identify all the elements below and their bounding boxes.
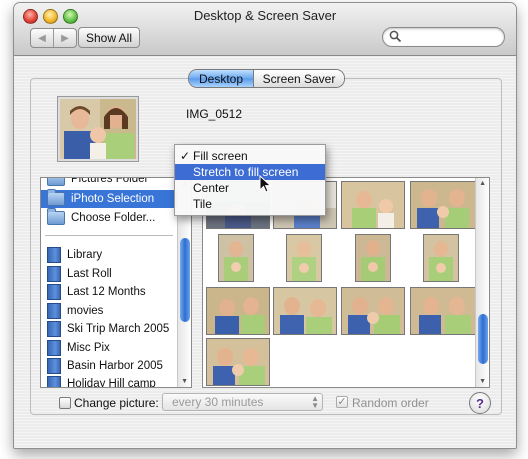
change-picture-checkbox[interactable] — [59, 397, 71, 409]
scrollbar-thumb[interactable] — [478, 314, 488, 364]
change-interval-popup[interactable]: every 30 minutes ▲ ▼ — [162, 393, 323, 411]
source-item-choose-folder[interactable]: Choose Folder... — [41, 208, 177, 227]
source-item-holiday-hill[interactable]: Holiday Hill camp — [41, 375, 177, 388]
window-title: Desktop & Screen Saver — [193, 8, 337, 23]
folder-icon — [47, 178, 65, 186]
grid-thumbnail[interactable] — [273, 287, 337, 335]
grid-thumbnail[interactable] — [355, 234, 391, 282]
interval-value: every 30 minutes — [172, 395, 264, 409]
scroll-down-arrow-icon[interactable]: ▼ — [479, 378, 486, 385]
album-icon — [47, 284, 61, 300]
scrollbar-thumb[interactable] — [180, 238, 190, 322]
source-list-divider — [45, 235, 173, 236]
menu-item-label: Tile — [193, 197, 212, 211]
menu-item-label: Stretch to fill screen — [193, 165, 299, 179]
menu-item-center[interactable]: Center — [175, 180, 325, 196]
folder-icon — [47, 208, 65, 225]
menu-item-label: Fill screen — [193, 149, 248, 163]
checkmark-icon: ✓ — [179, 149, 190, 163]
menu-item-tile[interactable]: Tile — [175, 196, 325, 212]
album-icon — [47, 247, 61, 263]
source-item-label: Library — [67, 249, 103, 261]
picture-fit-popup-menu[interactable]: ✓ Fill screen Stretch to fill screen Cen… — [174, 144, 326, 216]
show-all-button[interactable]: Show All — [78, 27, 140, 48]
album-icon — [47, 358, 61, 374]
tab-control: Desktop Screen Saver — [188, 69, 345, 88]
album-icon — [47, 376, 61, 387]
grid-thumbnail[interactable] — [341, 181, 405, 229]
change-picture-label: Change picture: — [74, 396, 159, 410]
preview-photo — [60, 99, 136, 159]
source-item-label: Basin Harbor 2005 — [67, 360, 163, 372]
search-input[interactable] — [405, 29, 499, 45]
scroll-up-arrow-icon[interactable]: ▲ — [479, 180, 486, 187]
mouse-cursor-icon — [259, 175, 272, 193]
picture-grid-scrollbar[interactable]: ▲ ▼ — [475, 178, 489, 387]
grid-thumbnail[interactable] — [341, 287, 405, 335]
grid-thumbnail[interactable] — [218, 234, 254, 282]
forward-button[interactable]: ▶ — [53, 29, 76, 47]
source-item-label: Misc Pix — [67, 342, 110, 354]
grid-thumbnail[interactable] — [286, 234, 322, 282]
search-field[interactable] — [382, 27, 505, 47]
search-icon — [389, 30, 402, 43]
menu-item-fill-screen[interactable]: ✓ Fill screen — [175, 148, 325, 164]
source-item-label: Holiday Hill camp — [67, 378, 156, 388]
menu-item-stretch-to-fill-screen[interactable]: Stretch to fill screen — [175, 164, 325, 180]
menu-item-label: Center — [193, 181, 230, 195]
grid-thumbnail[interactable] — [206, 287, 270, 335]
source-item-library[interactable]: Library — [41, 246, 177, 264]
desktop-preview-well[interactable] — [57, 96, 139, 162]
source-item-label: movies — [67, 305, 104, 317]
album-icon — [47, 340, 61, 356]
grid-thumbnail[interactable] — [423, 234, 459, 282]
preferences-window: Desktop & Screen Saver ◀ ▶ Show All Desk… — [13, 2, 517, 449]
grid-thumbnail[interactable] — [410, 181, 476, 229]
grid-thumbnail[interactable] — [206, 338, 270, 386]
back-button[interactable]: ◀ — [31, 29, 53, 47]
grid-thumbnail[interactable] — [410, 287, 476, 335]
title-bar: Desktop & Screen Saver ◀ ▶ Show All — [14, 3, 516, 56]
source-item-label: Last Roll — [67, 268, 112, 280]
tab-desktop[interactable]: Desktop — [189, 70, 253, 87]
source-item-ski-trip[interactable]: Ski Trip March 2005 — [41, 320, 177, 338]
source-item-label: iPhoto Selection — [71, 193, 155, 205]
folder-icon — [47, 189, 65, 206]
source-item-last-12-months[interactable]: Last 12 Months — [41, 283, 177, 301]
random-order-label: Random order — [352, 396, 429, 410]
source-item-last-roll[interactable]: Last Roll — [41, 265, 177, 283]
source-item-movies[interactable]: movies — [41, 302, 177, 320]
scroll-down-arrow-icon[interactable]: ▼ — [181, 378, 188, 385]
album-icon — [47, 266, 61, 282]
source-item-label: Last 12 Months — [67, 286, 146, 298]
source-item-label: Choose Folder... — [71, 212, 156, 224]
random-order-checkbox[interactable]: ✓ — [336, 396, 348, 408]
help-button[interactable]: ? — [469, 392, 491, 414]
popup-arrows-icon: ▲ ▼ — [311, 394, 319, 410]
preview-image-name: IMG_0512 — [186, 107, 243, 121]
source-item-pictures-folder[interactable]: Pictures Folder — [41, 177, 177, 188]
source-item-basin-harbor[interactable]: Basin Harbor 2005 — [41, 357, 177, 375]
source-list[interactable]: Pictures Folder iPhoto Selection Choose … — [40, 177, 192, 388]
back-forward-control: ◀ ▶ — [30, 28, 77, 48]
album-icon — [47, 303, 61, 319]
change-picture-row — [59, 395, 71, 411]
source-item-label: Pictures Folder — [71, 177, 149, 185]
source-item-label: Ski Trip March 2005 — [67, 323, 170, 335]
source-item-iphoto-selection[interactable]: iPhoto Selection — [41, 189, 177, 208]
tab-screen-saver[interactable]: Screen Saver — [253, 70, 344, 87]
album-icon — [47, 321, 61, 337]
source-item-misc-pix[interactable]: Misc Pix — [41, 339, 177, 357]
